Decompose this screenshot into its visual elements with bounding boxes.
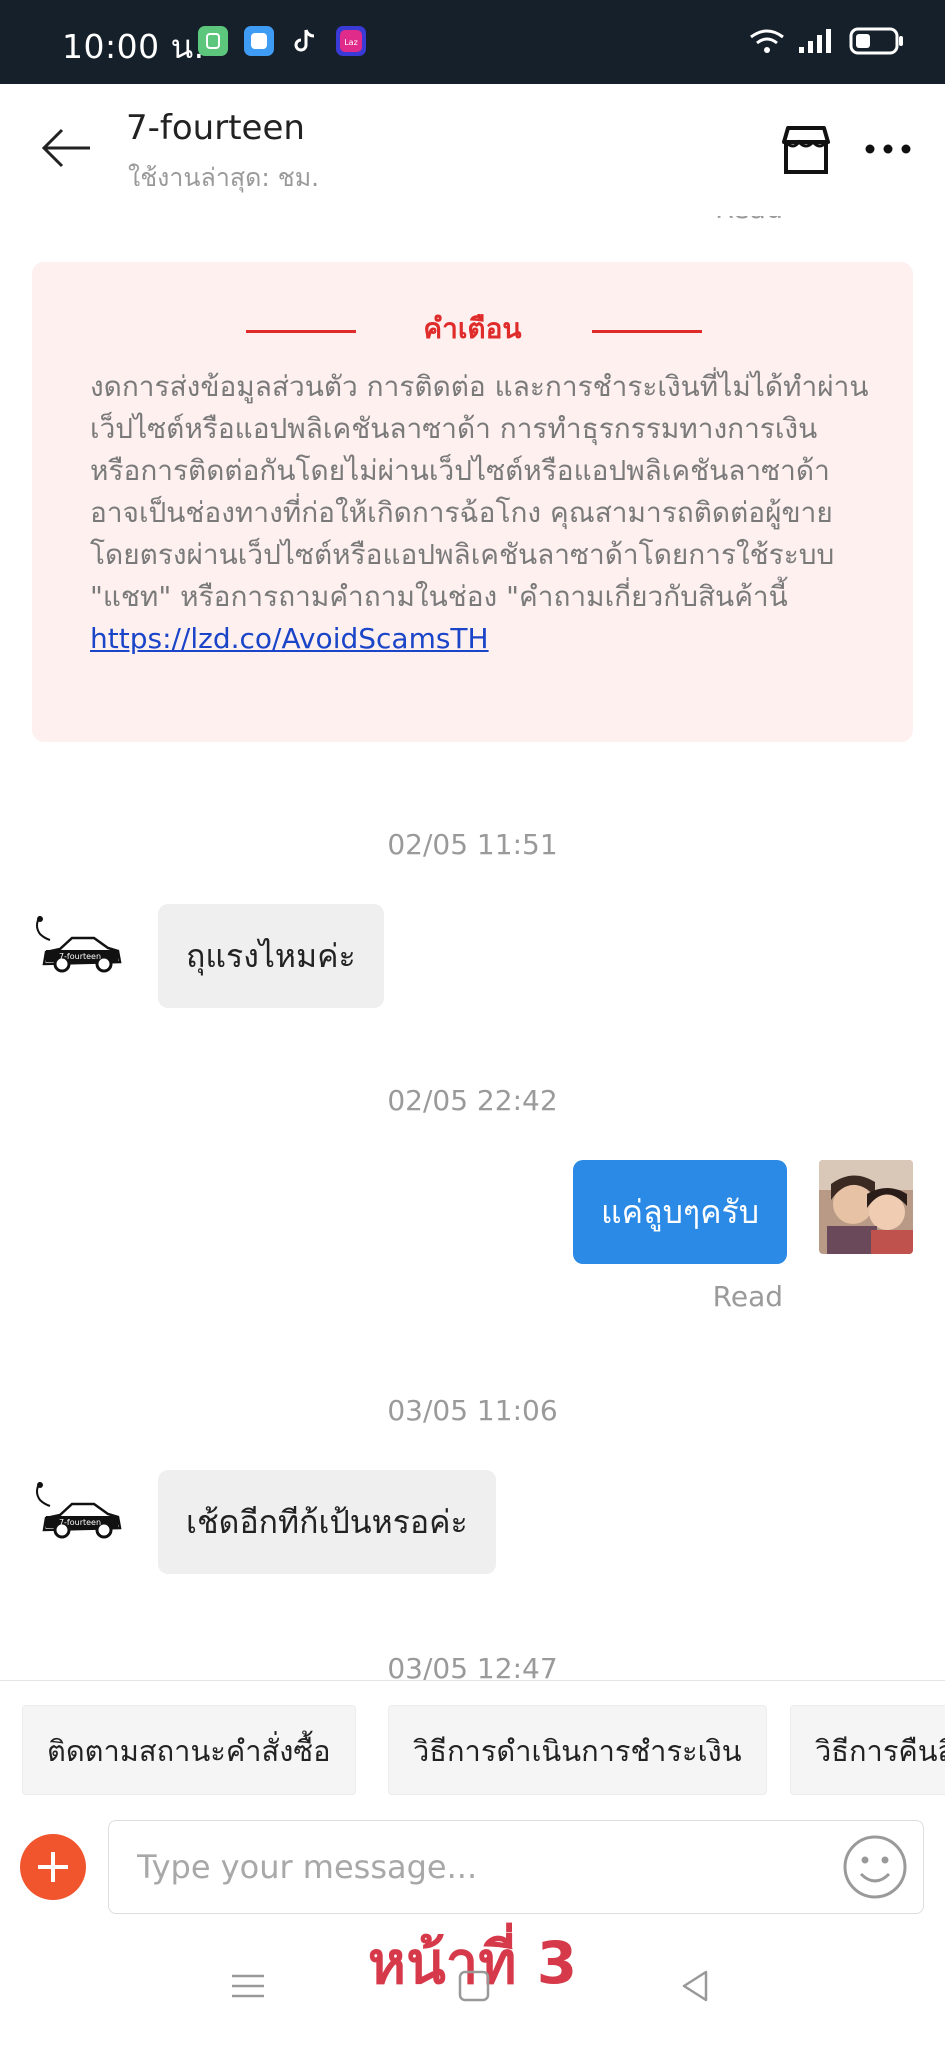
message-timestamp: 02/05 22:42 bbox=[387, 1084, 558, 1117]
message-timestamp: 02/05 11:51 bbox=[387, 828, 558, 861]
warning-body: งดการส่งข้อมูลส่วนตัว การติดต่อ และการชำ… bbox=[90, 366, 870, 660]
emoji-button[interactable] bbox=[842, 1834, 908, 1900]
arrow-left-icon bbox=[41, 128, 90, 168]
chat-header: 7-fourteen ใช้งานล่าสุด: ชม. bbox=[0, 84, 945, 216]
menu-icon bbox=[232, 1974, 264, 1998]
message-icon bbox=[244, 26, 274, 56]
warning-text: งดการส่งข้อมูลส่วนตัว การติดต่อ และการชำ… bbox=[90, 370, 869, 613]
store-button[interactable] bbox=[778, 122, 834, 178]
last-active-status: ใช้งานล่าสุด: ชม. bbox=[128, 163, 320, 192]
home-button[interactable] bbox=[454, 1966, 494, 2010]
smiley-icon bbox=[843, 1835, 907, 1899]
more-options-button[interactable] bbox=[860, 134, 916, 164]
seller-avatar: 7-fourteen bbox=[30, 915, 124, 976]
message-input[interactable] bbox=[108, 1820, 924, 1914]
system-nav-bar: หน้าที่ 3 bbox=[0, 1916, 945, 2048]
message-timestamp: 03/05 12:47 bbox=[387, 1652, 558, 1680]
quick-replies-bar: ติดตามสถานะคำสั่งซื้อ วิธีการดำเนินการชำ… bbox=[0, 1680, 945, 1806]
message-timestamp: 03/05 11:06 bbox=[387, 1394, 558, 1427]
read-receipt: Read bbox=[715, 216, 783, 225]
square-icon bbox=[458, 1970, 490, 2002]
more-horizontal-icon bbox=[865, 144, 911, 154]
recent-apps-button[interactable] bbox=[228, 1966, 268, 2010]
car-logo-icon: 7-fourteen bbox=[36, 915, 122, 973]
status-time: 10:00 น. bbox=[62, 27, 205, 66]
svg-text:7-fourteen: 7-fourteen bbox=[59, 1518, 101, 1527]
read-receipt: Read bbox=[712, 1280, 783, 1313]
outgoing-message[interactable]: แค่ลูบๆครับ bbox=[572, 1160, 787, 1264]
status-bar: 10:00 น. Laz bbox=[0, 0, 945, 84]
tiktok-icon bbox=[290, 26, 320, 56]
car-logo-icon: 7-fourteen bbox=[36, 1481, 122, 1539]
message-input-bar bbox=[0, 1806, 945, 1916]
quick-reply-chip[interactable]: วิธีการคืนสินค้า bbox=[790, 1705, 945, 1795]
warning-title: คำเตือน bbox=[423, 312, 522, 345]
seller-avatar: 7-fourteen bbox=[30, 1481, 124, 1542]
back-nav-button[interactable] bbox=[676, 1966, 716, 2010]
quick-reply-chip[interactable]: วิธีการดำเนินการชำระเงิน bbox=[388, 1705, 767, 1795]
status-indicators bbox=[749, 26, 905, 56]
battery-icon bbox=[849, 27, 903, 55]
wifi-icon bbox=[750, 29, 784, 53]
shop-title[interactable]: 7-fourteen bbox=[126, 108, 305, 148]
incoming-message[interactable]: ถุแรงไหมค่ะ bbox=[158, 904, 384, 1008]
scam-warning-card: คำเตือน งดการส่งข้อมูลส่วนตัว การติดต่อ … bbox=[32, 262, 913, 742]
plus-icon bbox=[38, 1852, 68, 1882]
incoming-message[interactable]: เช้ดอีกทีก้เป้นหรอค่ะ bbox=[158, 1470, 496, 1574]
user-photo-icon bbox=[819, 1160, 913, 1254]
attach-button[interactable] bbox=[20, 1834, 86, 1900]
lazada-icon: Laz bbox=[336, 26, 366, 56]
line-icon bbox=[198, 26, 228, 56]
avoid-scams-link[interactable]: https://lzd.co/AvoidScamsTH bbox=[90, 618, 870, 660]
user-avatar bbox=[819, 1160, 913, 1254]
svg-text:7-fourteen: 7-fourteen bbox=[59, 952, 101, 961]
quick-reply-chip[interactable]: ติดตามสถานะคำสั่งซื้อ bbox=[22, 1705, 356, 1795]
chat-messages[interactable]: Read คำเตือน งดการส่งข้อมูลส่วนตัว การติ… bbox=[0, 216, 945, 1680]
back-button[interactable] bbox=[40, 124, 96, 172]
signal-icon bbox=[799, 29, 831, 53]
triangle-back-icon bbox=[682, 1970, 708, 2002]
store-icon bbox=[782, 126, 830, 174]
svg-text:Laz: Laz bbox=[344, 38, 358, 47]
